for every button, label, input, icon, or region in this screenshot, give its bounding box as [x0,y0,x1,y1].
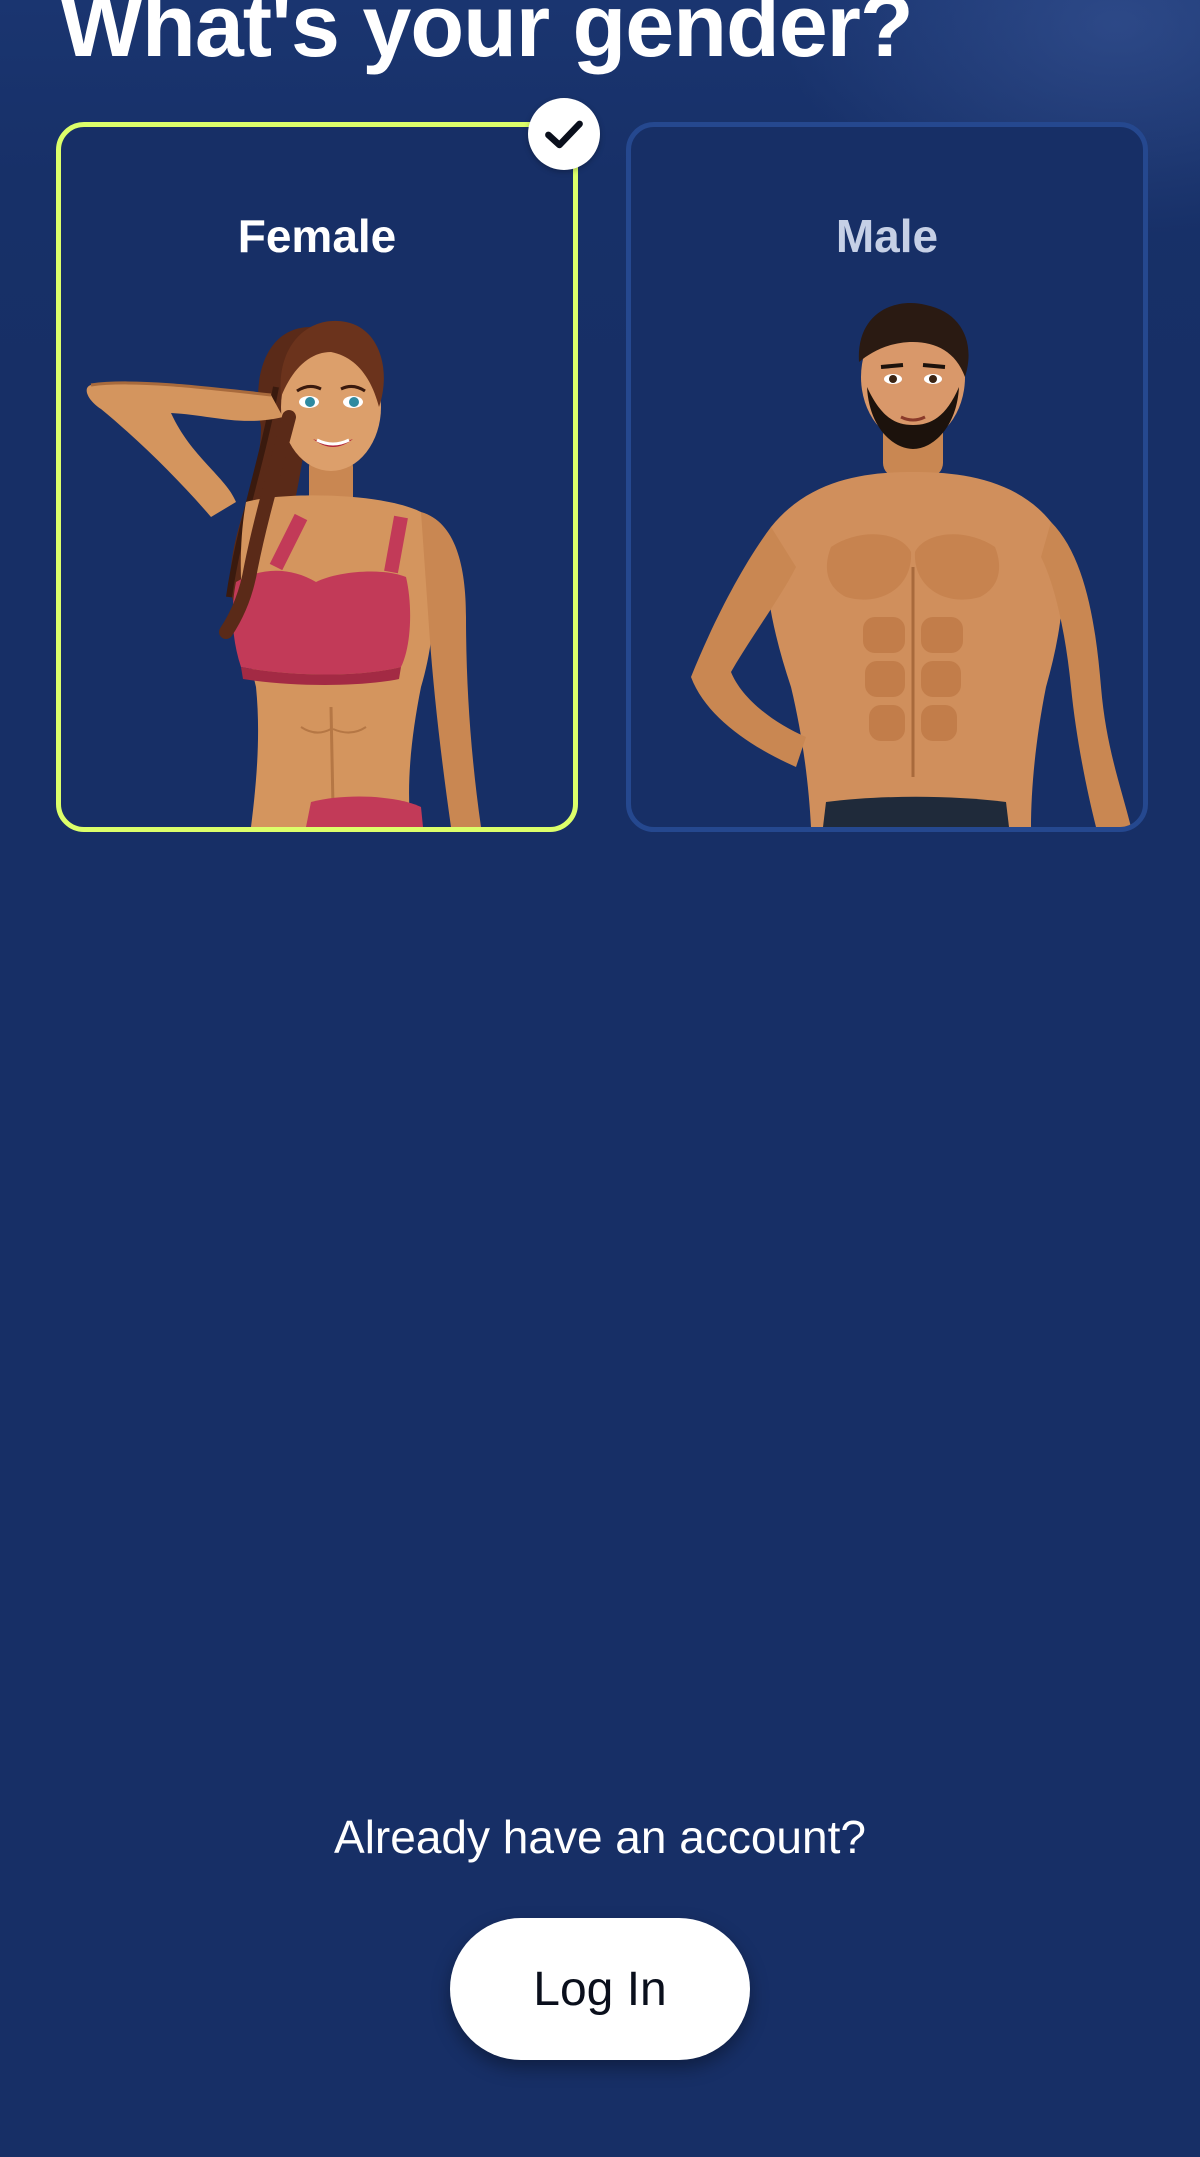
gender-option-label: Female [237,210,397,262]
gender-selection-screen: What's your gender? Female Male Already … [0,0,1200,2157]
gender-option-label: Male [835,210,939,262]
gender-option-male[interactable]: Male [626,122,1148,832]
gender-option-female[interactable]: Female [56,122,578,832]
account-prompt: Already have an account? [334,1811,866,1863]
page-title: What's your gender? [60,0,914,75]
male-fitness-illustration [691,302,1131,827]
female-fitness-illustration [86,320,481,827]
log-in-button[interactable]: Log In [450,1918,750,2060]
checkmark-icon [528,98,600,170]
